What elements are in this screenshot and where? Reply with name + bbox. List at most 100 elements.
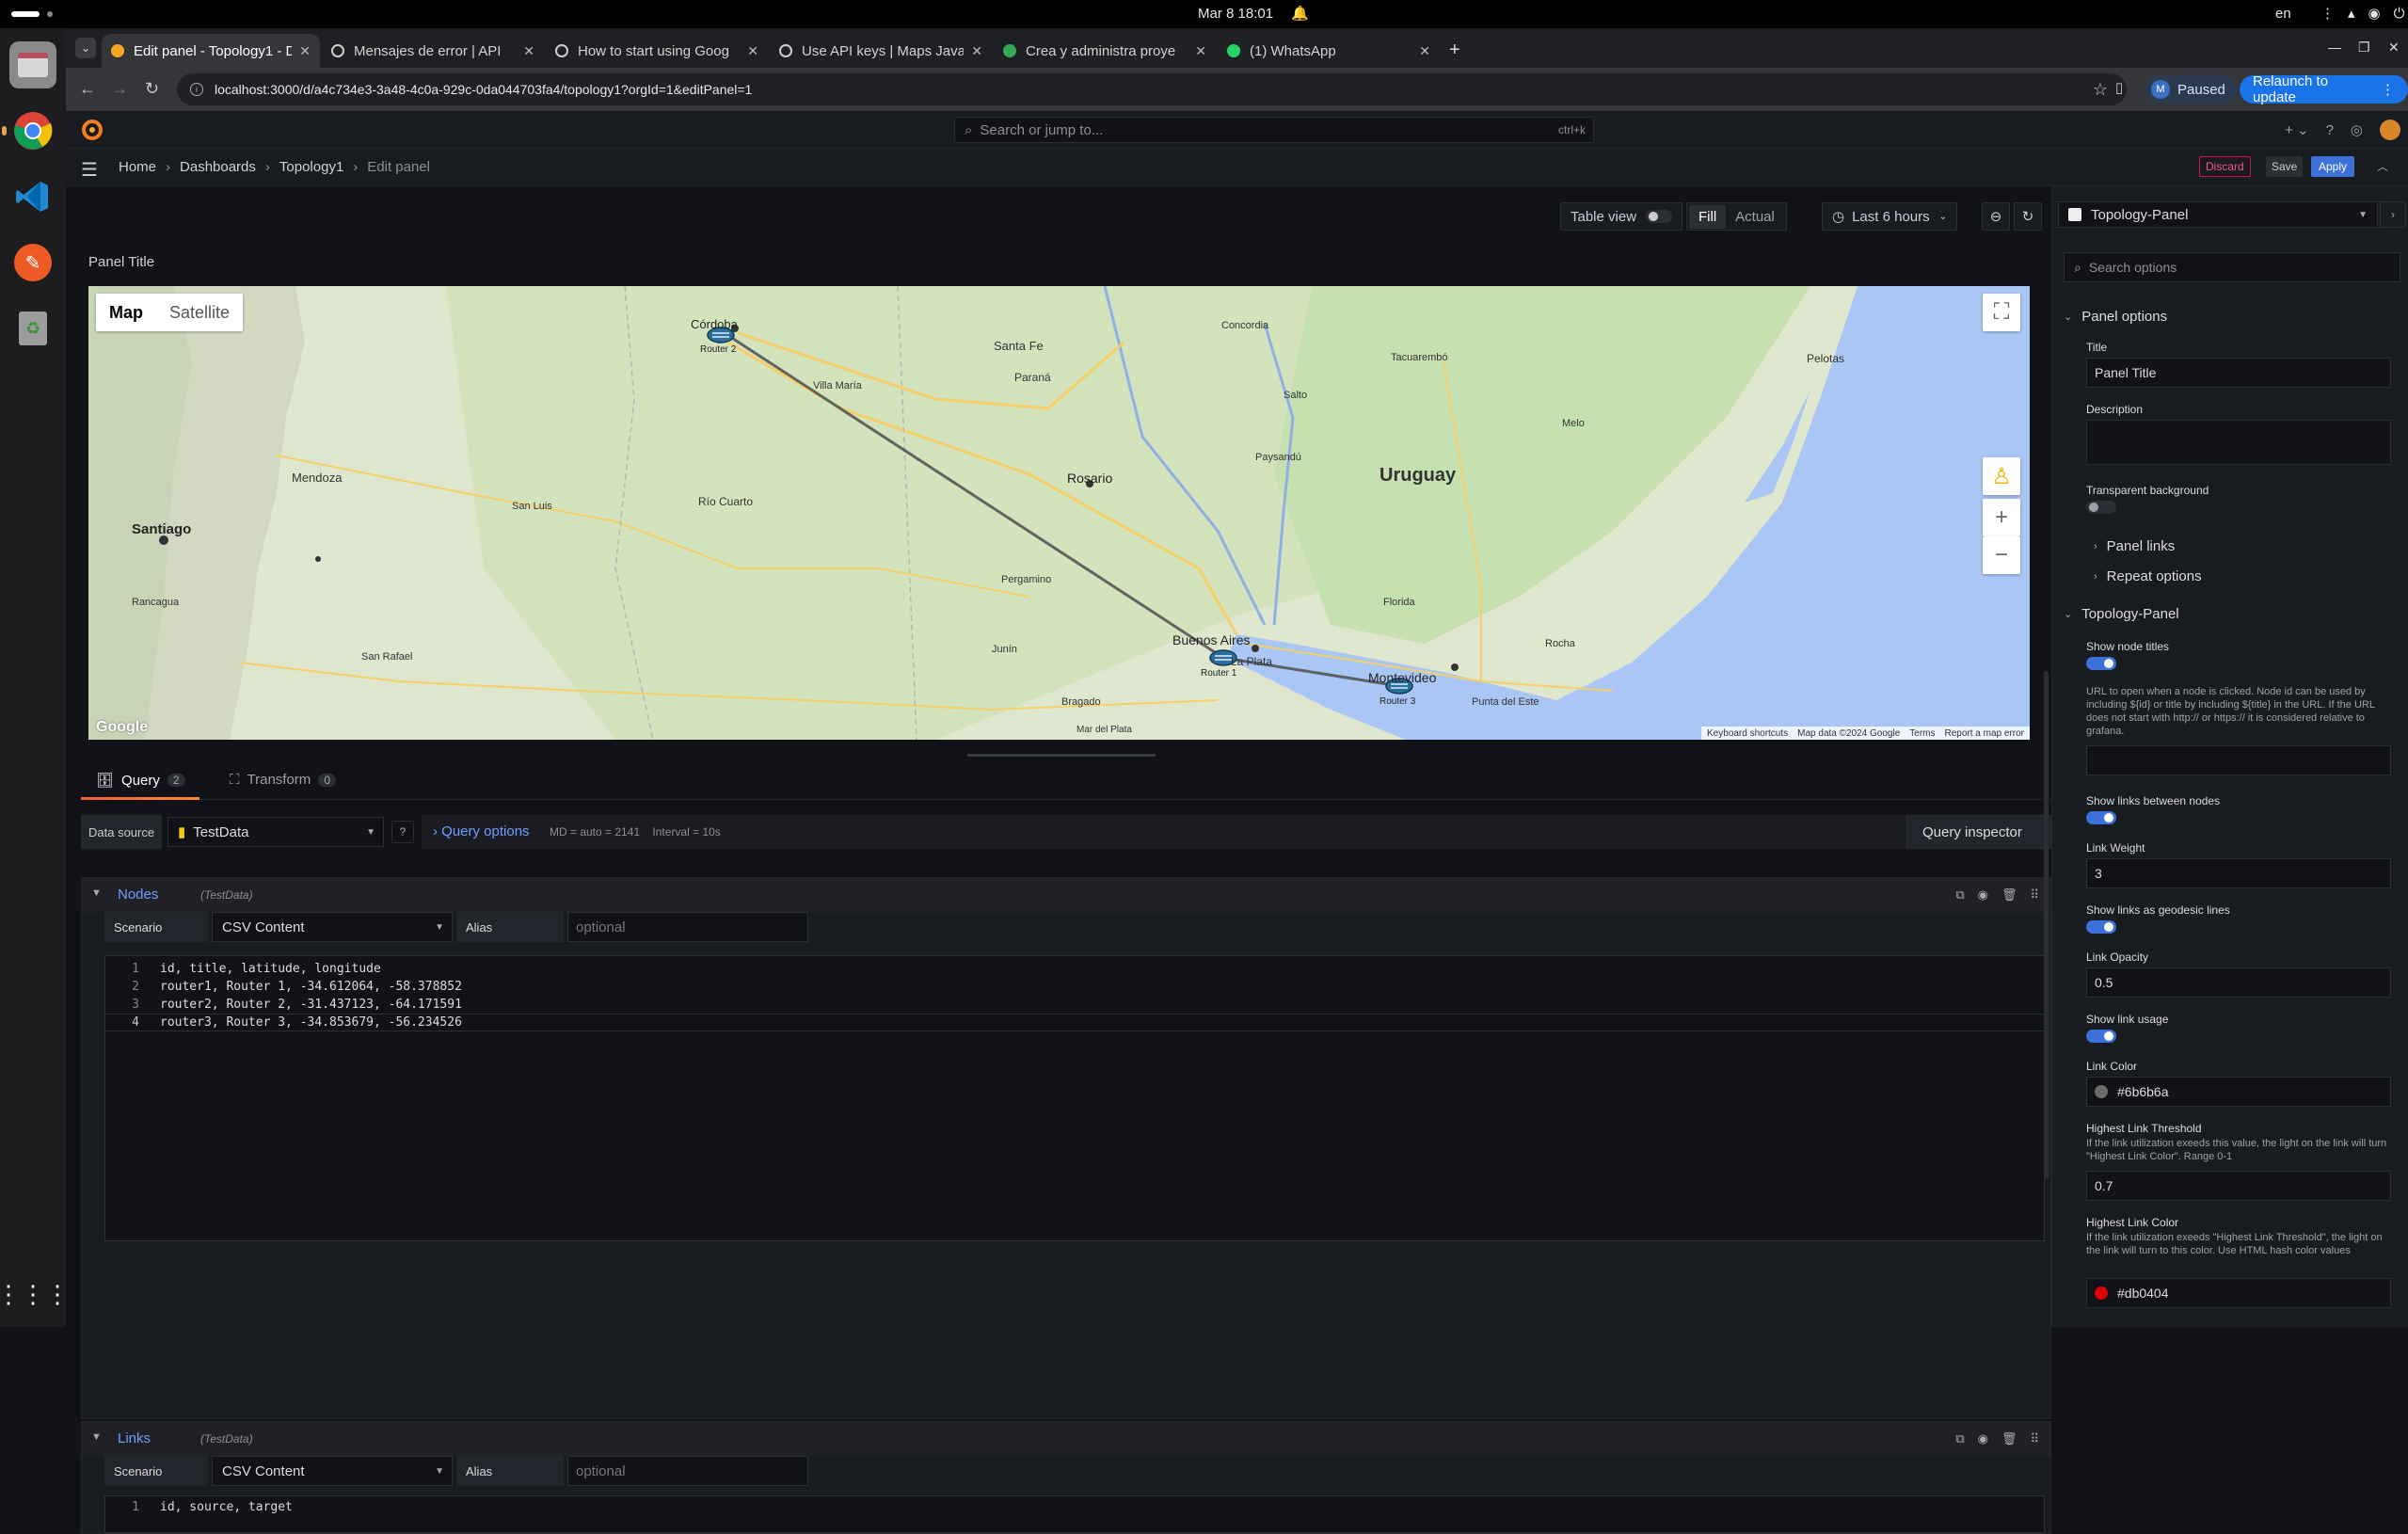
side-panel-icon[interactable]: ▯ <box>2115 79 2123 96</box>
save-button[interactable]: Save <box>2266 156 2304 177</box>
link-color-swatch[interactable] <box>2095 1085 2108 1098</box>
grafana-logo-icon[interactable] <box>81 119 104 141</box>
visualization-picker[interactable]: Topology-Panel ▼ <box>2058 201 2378 228</box>
query-options-toggle[interactable]: › Query options <box>433 823 530 839</box>
report-map-error-link[interactable]: Report a map error <box>1945 728 2024 739</box>
zoom-in-icon[interactable]: + <box>1983 499 2020 536</box>
description-textarea[interactable] <box>2086 420 2391 465</box>
link-opacity-input[interactable]: 0.5 <box>2086 967 2391 998</box>
map-canvas[interactable] <box>88 286 2030 740</box>
show-apps-grid-icon[interactable]: ⋮⋮⋮ <box>0 1270 70 1318</box>
system-clock[interactable]: Mar 8 18:01 <box>1198 6 1273 22</box>
repeat-options-toggle[interactable]: › Repeat options <box>2094 568 2202 584</box>
kebab-menu-icon[interactable]: ⋮ <box>2381 81 2395 98</box>
tab-crea-administra[interactable]: Crea y administra proye ✕ <box>994 34 1216 68</box>
transparent-switch[interactable] <box>2086 501 2116 514</box>
tab-how-to-start[interactable]: How to start using Goog ✕ <box>546 34 768 68</box>
close-tab-icon[interactable]: ✕ <box>1419 43 1430 59</box>
panel-links-toggle[interactable]: › Panel links <box>2094 538 2175 554</box>
delete-trash-icon[interactable]: 🗑 <box>2001 887 2017 903</box>
close-window-icon[interactable]: ✕ <box>2388 40 2400 56</box>
tab-transform[interactable]: ⛶ Transform 0 <box>230 772 336 788</box>
terms-link[interactable]: Terms <box>1909 728 1935 739</box>
tab-edit-panel[interactable]: Edit panel - Topology1 - D ✕ <box>102 34 320 68</box>
show-usage-switch[interactable] <box>2086 1030 2116 1043</box>
section-topology-panel[interactable]: ⌄ Topology-Panel <box>2064 606 2179 622</box>
scenario-select[interactable]: CSV Content ▼ <box>212 1456 453 1486</box>
map-type-map[interactable]: Map <box>96 294 156 331</box>
close-tab-icon[interactable]: ✕ <box>523 43 534 59</box>
map-type-satellite[interactable]: Satellite <box>156 294 243 331</box>
query-name[interactable]: Nodes <box>118 887 158 903</box>
data-source-help-icon[interactable]: ? <box>391 821 414 843</box>
profile-button[interactable]: M Paused <box>2145 75 2237 104</box>
refresh-button[interactable]: ↻ <box>2014 202 2042 231</box>
street-view-pegman-icon[interactable]: ♙ <box>1983 457 2020 495</box>
duplicate-query-icon[interactable]: ⧉ <box>1955 1431 1964 1446</box>
breadcrumb-topology1[interactable]: Topology1 <box>279 159 343 175</box>
zoom-out-button[interactable]: ⊖ <box>1982 202 2010 231</box>
google-logo[interactable]: Google <box>96 719 148 736</box>
drag-handle-icon[interactable]: ⠿ <box>2030 1431 2039 1446</box>
collapse-chevron-up-icon[interactable]: ︿ <box>2377 158 2388 174</box>
fullscreen-icon[interactable]: ⛶ <box>1983 294 2020 331</box>
show-links-switch[interactable] <box>2086 811 2116 824</box>
topology-map[interactable]: Córdoba Rosario Uruguay Buenos Aires Mon… <box>88 286 2030 740</box>
drag-handle-icon[interactable]: ⠿ <box>2030 887 2039 903</box>
link-weight-input[interactable]: 3 <box>2086 858 2391 888</box>
geodesic-switch[interactable] <box>2086 920 2116 934</box>
trash-app-icon[interactable]: ♻ <box>9 305 56 352</box>
maximize-window-icon[interactable]: ❐ <box>2358 40 2370 56</box>
workspace-indicator[interactable] <box>11 11 40 17</box>
show-node-titles-switch[interactable] <box>2086 657 2116 670</box>
menu-hamburger-icon[interactable]: ☰ <box>81 158 98 182</box>
keyboard-language[interactable]: en <box>2275 6 2291 22</box>
threshold-input[interactable]: 0.7 <box>2086 1171 2391 1201</box>
files-app-icon[interactable] <box>9 41 56 88</box>
minimize-window-icon[interactable]: — <box>2328 40 2341 55</box>
alias-input[interactable]: optional <box>567 1456 808 1486</box>
keyboard-shortcuts-link[interactable]: Keyboard shortcuts <box>1707 728 1788 739</box>
user-avatar[interactable] <box>2380 120 2400 140</box>
close-tab-icon[interactable]: ✕ <box>299 43 311 59</box>
tab-query[interactable]: 🗄 Query 2 <box>96 772 185 789</box>
csv-content-editor[interactable]: 1 id, title, latitude, longitude 2 router1… <box>104 955 2045 1241</box>
toggle-visibility-eye-icon[interactable]: ◉ <box>1978 1431 1988 1446</box>
collapse-chevron-icon[interactable]: ▼ <box>91 887 102 899</box>
tab-use-api-keys[interactable]: Use API keys | Maps Java ✕ <box>770 34 992 68</box>
options-search-input[interactable]: ⌕ Search options <box>2064 252 2400 282</box>
back-arrow-icon[interactable]: ← <box>79 79 96 99</box>
postman-app-icon[interactable]: ✎ <box>9 239 56 286</box>
zoom-out-icon[interactable]: − <box>1983 536 2020 574</box>
vscode-app-icon[interactable] <box>9 173 56 220</box>
help-icon[interactable]: ? <box>2326 122 2334 138</box>
resize-splitter[interactable] <box>967 754 1156 757</box>
collapse-options-chevron-icon[interactable]: › <box>2380 201 2406 228</box>
close-tab-icon[interactable]: ✕ <box>747 43 758 59</box>
workspace-dot[interactable] <box>47 11 53 17</box>
actual-option[interactable]: Actual <box>1726 205 1784 229</box>
highest-color-swatch[interactable] <box>2095 1286 2108 1300</box>
close-tab-icon[interactable]: ✕ <box>1195 43 1206 59</box>
address-bar[interactable]: i localhost:3000/d/a4c734e3-3a48-4c0a-92… <box>177 73 2127 105</box>
data-source-select[interactable]: ▮ TestData ▼ <box>167 817 384 847</box>
close-tab-icon[interactable]: ✕ <box>971 43 982 59</box>
breadcrumb-dashboards[interactable]: Dashboards <box>180 159 256 175</box>
discard-button[interactable]: Discard <box>2199 156 2251 177</box>
node-url-input[interactable] <box>2086 745 2391 775</box>
reload-icon[interactable]: ↻ <box>145 79 159 99</box>
time-range-picker[interactable]: ◷ Last 6 hours ⌄ <box>1822 202 1958 231</box>
table-view-toggle[interactable]: Table view <box>1560 202 1683 231</box>
notification-bell-icon[interactable]: 🔔 <box>1291 5 1309 22</box>
collapse-chevron-icon[interactable]: ▼ <box>91 1431 102 1443</box>
add-plus-icon[interactable]: + ⌄ <box>2285 121 2309 138</box>
tab-search-button[interactable]: ⌄ <box>75 38 96 58</box>
fill-option[interactable]: Fill <box>1689 204 1727 229</box>
forward-arrow-icon[interactable]: → <box>111 79 128 99</box>
query-options-bar[interactable]: › Query options MD = auto = 2141 Interva… <box>422 815 2106 849</box>
new-tab-plus-icon[interactable]: + <box>1449 40 1460 61</box>
breadcrumb-home[interactable]: Home <box>119 159 156 175</box>
tab-whatsapp[interactable]: (1) WhatsApp ✕ <box>1218 34 1440 68</box>
scenario-select[interactable]: CSV Content ▼ <box>212 912 453 942</box>
tab-mensajes-error[interactable]: Mensajes de error | API ✕ <box>322 34 544 68</box>
